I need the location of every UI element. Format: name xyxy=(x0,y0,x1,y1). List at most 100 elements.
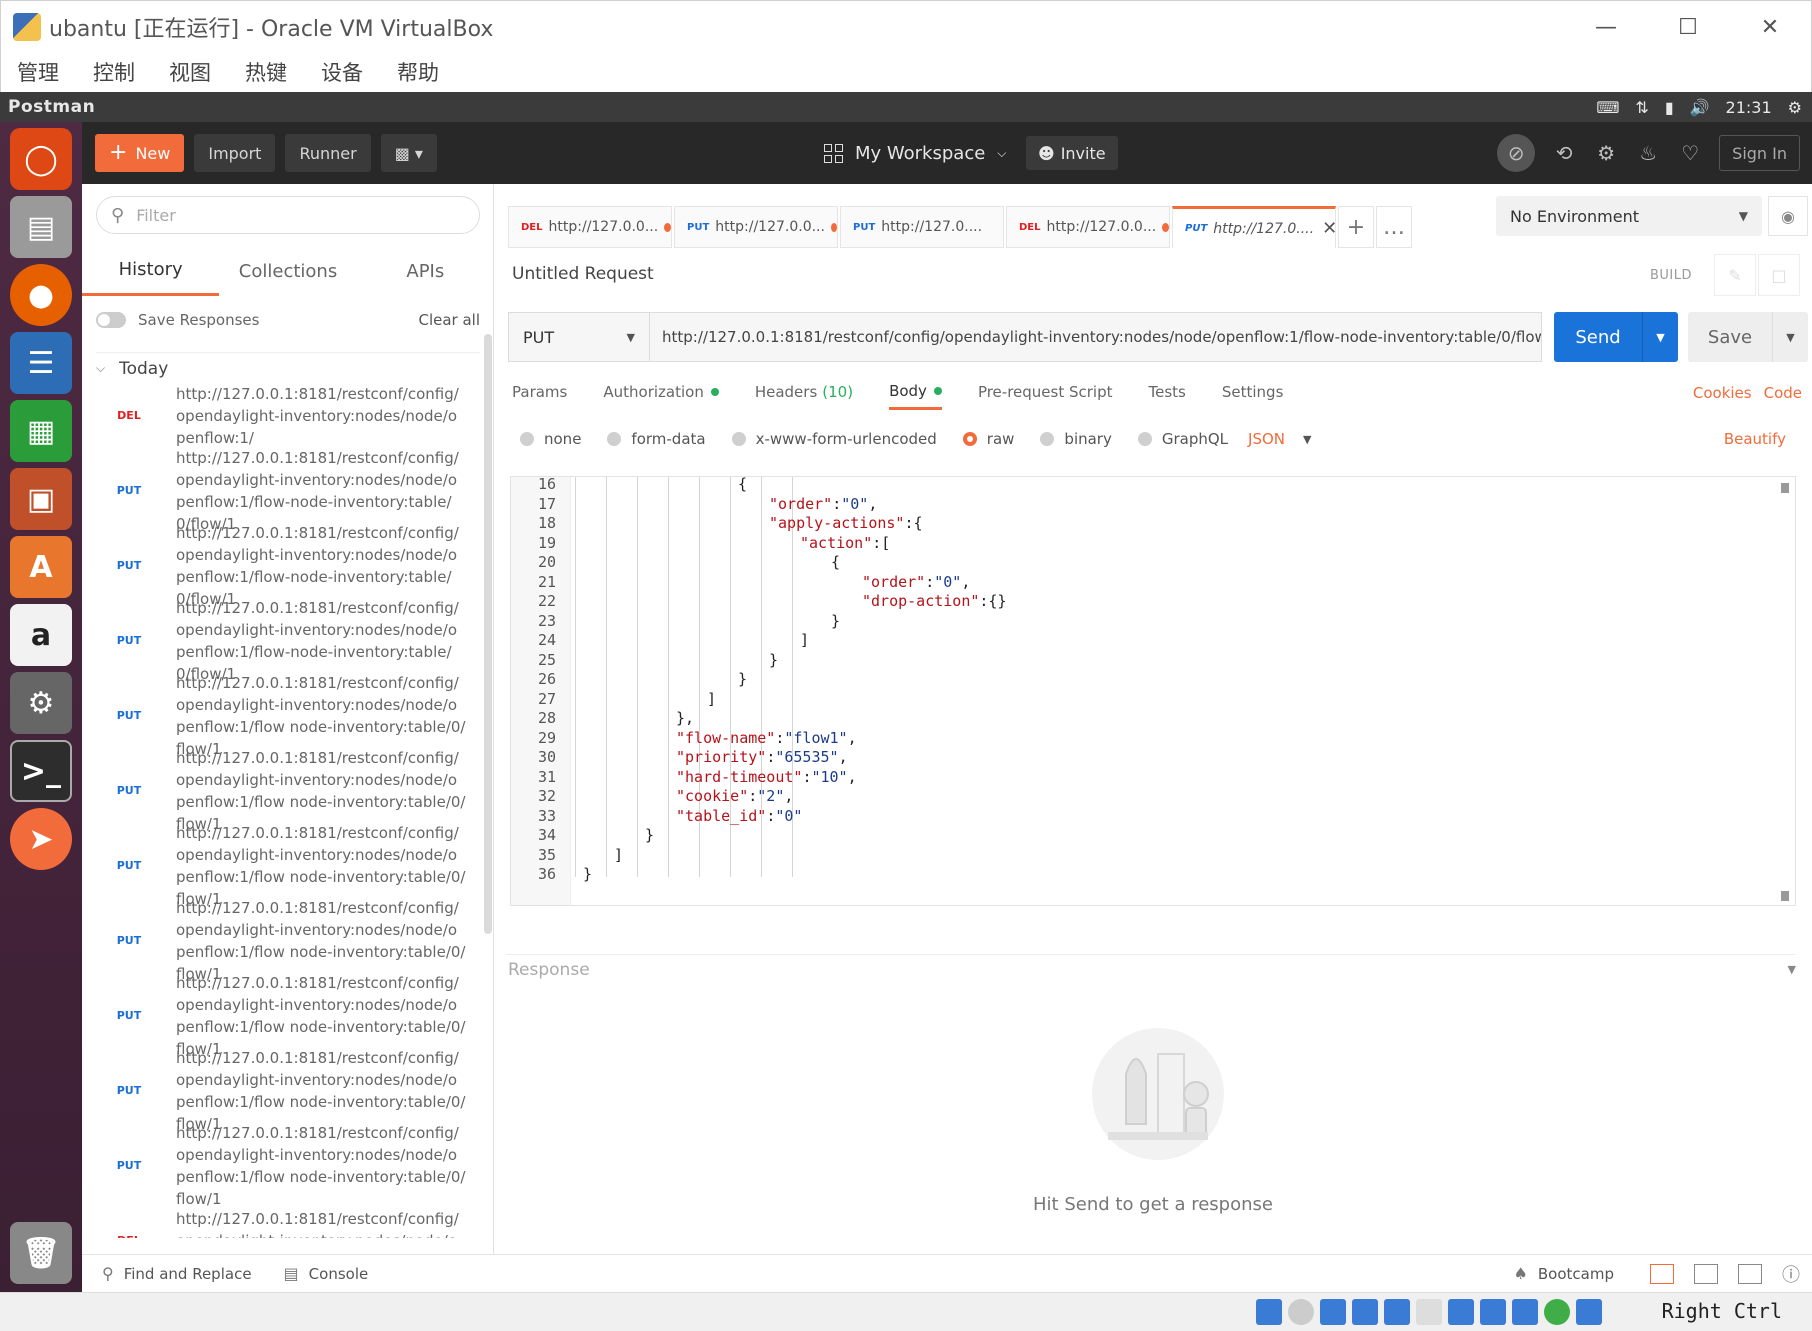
files-icon[interactable]: ▤ xyxy=(10,196,72,258)
clock[interactable]: 21:31 xyxy=(1726,98,1772,117)
history-item[interactable]: PUT http://127.0.0.1:8181/restconf/config… xyxy=(82,449,482,533)
bootcamp-button[interactable]: ♠ Bootcamp xyxy=(1514,1264,1614,1283)
bell-icon[interactable]: ♨ xyxy=(1627,132,1669,174)
request-tab[interactable]: PUT http://127.0.... ✕ xyxy=(1172,206,1337,248)
layout-icon[interactable] xyxy=(1694,1263,1718,1284)
save-dropdown-icon[interactable]: ▼ xyxy=(1772,312,1808,362)
save-button[interactable]: Save ▼ xyxy=(1688,312,1808,362)
editor-scrollbar[interactable] xyxy=(1781,483,1789,901)
tab-headers[interactable]: Headers (10) xyxy=(755,374,853,410)
network-adapter-icon[interactable] xyxy=(1352,1299,1378,1325)
heart-icon[interactable]: ♡ xyxy=(1669,132,1711,174)
trash-icon[interactable]: 🗑 xyxy=(10,1222,72,1284)
environment-select[interactable]: No Environment ▼ xyxy=(1496,196,1762,236)
history-item[interactable]: PUT http://127.0.0.1:8181/restconf/config… xyxy=(82,899,482,983)
method-select[interactable]: PUT ▼ xyxy=(508,312,650,362)
workspace-selector[interactable]: My Workspace ⌵ xyxy=(824,134,1006,172)
menu-help[interactable]: 帮助 xyxy=(397,57,439,87)
body-type-graphql[interactable]: GraphQL xyxy=(1137,430,1228,448)
keyboard-icon[interactable]: ⌨ xyxy=(1596,98,1619,117)
cookies-link[interactable]: Cookies xyxy=(1693,384,1752,402)
postman-icon[interactable]: ➤ xyxy=(10,808,72,870)
volume-icon[interactable]: 🔊 xyxy=(1690,98,1710,117)
caret-down-icon[interactable]: ▼ xyxy=(1788,963,1796,976)
code-editor[interactable]: 16{17 "order":"0", 18 "apply-actions":{19 "a… xyxy=(510,476,1796,906)
eye-icon[interactable]: ◉ xyxy=(1768,196,1808,236)
sync-off-icon[interactable]: ⊘ xyxy=(1497,134,1536,172)
new-window-button[interactable]: ▩ ▾ xyxy=(380,134,437,172)
keyboard-capture-icon[interactable] xyxy=(1576,1299,1602,1325)
sidebar-scrollbar[interactable] xyxy=(484,334,492,934)
network-icon[interactable]: ⇅ xyxy=(1635,98,1648,117)
body-type-binary[interactable]: binary xyxy=(1040,430,1112,448)
save-responses-toggle[interactable] xyxy=(96,312,126,328)
tab-tests[interactable]: Tests xyxy=(1149,374,1186,410)
ubuntu-dash-icon[interactable]: ◯ xyxy=(10,128,72,190)
software-center-icon[interactable]: A xyxy=(10,536,72,598)
maximize-icon[interactable]: ☐ xyxy=(1647,1,1729,53)
two-pane-icon[interactable] xyxy=(1650,1263,1674,1284)
tab-settings[interactable]: Settings xyxy=(1222,374,1284,410)
history-item[interactable]: PUT http://127.0.0.1:8181/restconf/config… xyxy=(82,674,482,758)
terminal-icon[interactable]: >_ xyxy=(10,740,72,802)
usb-icon[interactable] xyxy=(1384,1299,1410,1325)
tab-history[interactable]: History xyxy=(82,246,220,296)
keyboard-shortcuts-icon[interactable] xyxy=(1738,1263,1762,1284)
firefox-icon[interactable]: ● xyxy=(10,264,72,326)
runner-button[interactable]: Runner xyxy=(285,134,371,172)
calc-icon[interactable]: ▦ xyxy=(10,400,72,462)
optical-drive-icon[interactable] xyxy=(1288,1299,1314,1325)
amazon-icon[interactable]: a xyxy=(10,604,72,666)
tab-params[interactable]: Params xyxy=(512,374,567,410)
recording-icon[interactable] xyxy=(1480,1299,1506,1325)
power-gear-icon[interactable]: ⚙ xyxy=(1788,98,1802,117)
display-icon[interactable] xyxy=(1448,1299,1474,1325)
menu-view[interactable]: 视图 xyxy=(169,57,211,87)
menu-hotkeys[interactable]: 热键 xyxy=(245,57,287,87)
writer-icon[interactable]: ☰ xyxy=(10,332,72,394)
shared-folder-icon[interactable] xyxy=(1416,1299,1442,1325)
help-icon[interactable]: ⓘ xyxy=(1782,1261,1800,1287)
history-item[interactable]: PUT http://127.0.0.1:8181/restconf/config… xyxy=(82,1049,482,1133)
send-button[interactable]: Send ▼ xyxy=(1554,312,1678,362)
history-item[interactable]: PUT http://127.0.0.1:8181/restconf/config… xyxy=(82,974,482,1058)
mouse-integration-icon[interactable] xyxy=(1544,1299,1570,1325)
impress-icon[interactable]: ▣ xyxy=(10,468,72,530)
body-type-none[interactable]: none xyxy=(520,430,581,448)
close-tab-icon[interactable]: ✕ xyxy=(1322,218,1337,239)
url-input[interactable]: http://127.0.0.1:8181/restconf/config/op… xyxy=(650,312,1542,362)
format-select[interactable]: JSON xyxy=(1248,430,1285,448)
add-tab-button[interactable]: + xyxy=(1338,206,1374,248)
invite-button[interactable]: ☻ Invite xyxy=(1026,136,1118,170)
minimize-icon[interactable]: — xyxy=(1565,1,1647,53)
request-tab[interactable]: PUT http://127.0.... xyxy=(840,206,1004,248)
menu-manage[interactable]: 管理 xyxy=(17,57,59,87)
caret-down-icon[interactable]: ▼ xyxy=(1303,433,1311,446)
history-item[interactable]: PUT http://127.0.0.1:8181/restconf/config… xyxy=(82,749,482,833)
body-type-raw[interactable]: raw xyxy=(962,430,1014,448)
tab-apis[interactable]: APIs xyxy=(357,246,494,296)
virtualization-icon[interactable] xyxy=(1512,1299,1538,1325)
gear-icon[interactable]: ⚙ xyxy=(1585,132,1627,174)
send-dropdown-icon[interactable]: ▼ xyxy=(1642,312,1678,362)
tab-collections[interactable]: Collections xyxy=(219,246,356,296)
sign-in-button[interactable]: Sign In xyxy=(1719,135,1800,171)
more-tabs-button[interactable]: … xyxy=(1376,206,1412,248)
pencil-icon[interactable]: ✎ xyxy=(1714,254,1756,296)
import-button[interactable]: Import xyxy=(194,134,276,172)
request-tab[interactable]: DEL http://127.0.0... xyxy=(1006,206,1170,248)
comment-icon[interactable]: □ xyxy=(1758,254,1800,296)
history-item[interactable]: PUT http://127.0.0.1:8181/restconf/config… xyxy=(82,824,482,908)
disk-icon[interactable] xyxy=(1256,1299,1282,1325)
menu-control[interactable]: 控制 xyxy=(93,57,135,87)
find-replace-button[interactable]: ⚲ Find and Replace xyxy=(102,1264,252,1283)
battery-icon[interactable]: ▮ xyxy=(1665,98,1674,117)
body-type-urlencoded[interactable]: x-www-form-urlencoded xyxy=(731,430,937,448)
close-icon[interactable]: ✕ xyxy=(1729,1,1811,53)
new-button[interactable]: + New xyxy=(95,134,185,172)
clear-all-button[interactable]: Clear all xyxy=(418,311,480,329)
history-item[interactable]: DELhttp://127.0.0.1:8181/restconf/config… xyxy=(82,1203,482,1239)
history-item[interactable]: PUT http://127.0.0.1:8181/restconf/config… xyxy=(82,599,482,683)
console-button[interactable]: ▤ Console xyxy=(284,1264,369,1283)
tab-authorization[interactable]: Authorization xyxy=(603,374,719,410)
